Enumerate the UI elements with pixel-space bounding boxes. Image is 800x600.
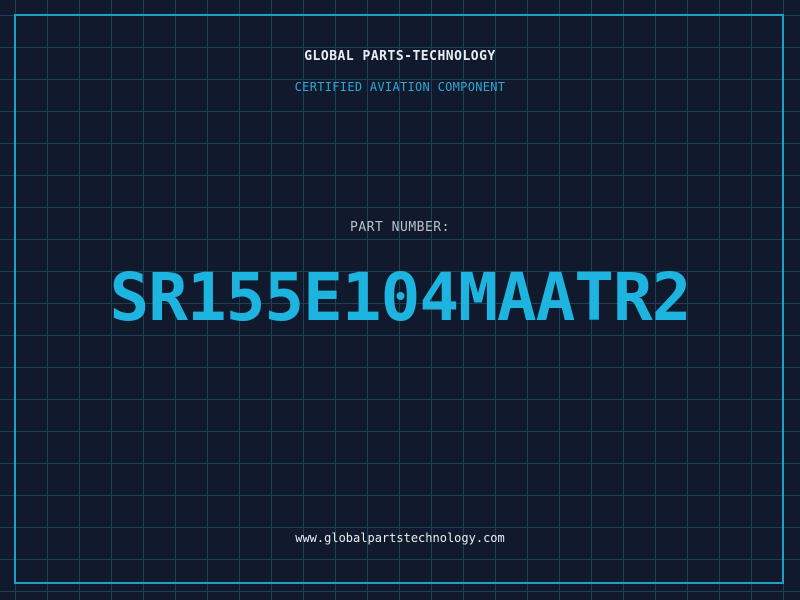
part-number-label: PART NUMBER: bbox=[350, 220, 450, 235]
tagline: CERTIFIED AVIATION COMPONENT bbox=[294, 80, 506, 94]
website-url: www.globalpartstechnology.com bbox=[295, 531, 505, 545]
company-name: GLOBAL PARTS-TECHNOLOGY bbox=[304, 49, 496, 64]
part-number-value: SR155E104MAATR2 bbox=[109, 259, 691, 336]
